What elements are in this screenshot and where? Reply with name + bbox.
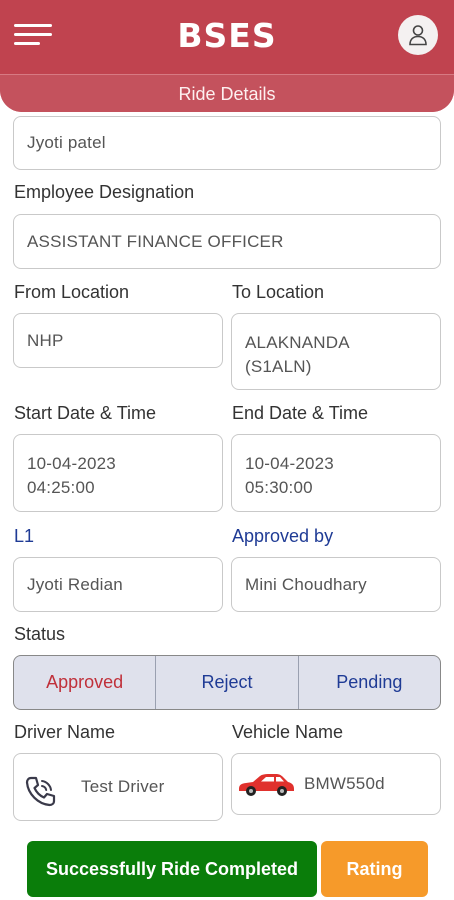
- to-location-value-line2: (S1ALN): [245, 357, 312, 376]
- to-location-field[interactable]: ALAKNANDA (S1ALN): [231, 313, 441, 390]
- designation-value: ASSISTANT FINANCE OFFICER: [27, 231, 284, 251]
- driver-name-value: Test Driver: [81, 777, 165, 796]
- status-approved-option[interactable]: Approved: [14, 656, 155, 709]
- driver-name-label: Driver Name: [14, 722, 116, 742]
- approved-by-value: Mini Choudhary: [245, 574, 367, 594]
- approved-by-field[interactable]: Mini Choudhary: [231, 557, 441, 612]
- start-time-value: 04:25:00: [27, 478, 95, 497]
- from-location-field[interactable]: NHP: [13, 313, 223, 368]
- app-header: BSES Ride Details: [0, 0, 454, 112]
- status-reject-option[interactable]: Reject: [155, 656, 297, 709]
- ride-completed-button[interactable]: Successfully Ride Completed: [27, 841, 317, 897]
- employee-name-value: Jyoti patel: [27, 133, 106, 152]
- from-location-label: From Location: [14, 282, 130, 302]
- app-logo: BSES: [177, 16, 277, 55]
- l1-label: L1: [14, 526, 35, 546]
- to-location-value-line1: ALAKNANDA: [245, 333, 350, 352]
- start-datetime-field[interactable]: 10-04-2023 04:25:00: [13, 434, 223, 512]
- phone-icon[interactable]: [22, 774, 58, 810]
- status-label: Status: [14, 624, 66, 644]
- rating-button[interactable]: Rating: [321, 841, 428, 897]
- designation-label: Employee Designation: [14, 182, 195, 202]
- status-segmented-control: Approved Reject Pending: [13, 655, 441, 710]
- end-date-value: 10-04-2023: [245, 454, 334, 473]
- end-datetime-label: End Date & Time: [232, 403, 369, 423]
- user-profile-icon[interactable]: [398, 15, 438, 55]
- vehicle-name-label: Vehicle Name: [232, 722, 344, 742]
- car-icon: [236, 770, 296, 798]
- end-datetime-field[interactable]: 10-04-2023 05:30:00: [231, 434, 441, 512]
- employee-name-field[interactable]: Jyoti patel: [13, 116, 441, 170]
- from-location-value: NHP: [27, 330, 64, 350]
- approved-by-label: Approved by: [232, 526, 334, 546]
- status-pending-option[interactable]: Pending: [297, 656, 440, 709]
- start-datetime-label: Start Date & Time: [14, 403, 157, 423]
- page-title: Ride Details: [0, 74, 454, 112]
- top-bar: BSES: [0, 0, 454, 74]
- end-time-value: 05:30:00: [245, 478, 313, 497]
- start-date-value: 10-04-2023: [27, 454, 116, 473]
- to-location-label: To Location: [232, 282, 325, 302]
- vehicle-name-value: BMW550d: [304, 774, 385, 793]
- l1-field[interactable]: Jyoti Redian: [13, 557, 223, 612]
- designation-field[interactable]: ASSISTANT FINANCE OFFICER: [13, 214, 441, 269]
- l1-value: Jyoti Redian: [27, 574, 123, 594]
